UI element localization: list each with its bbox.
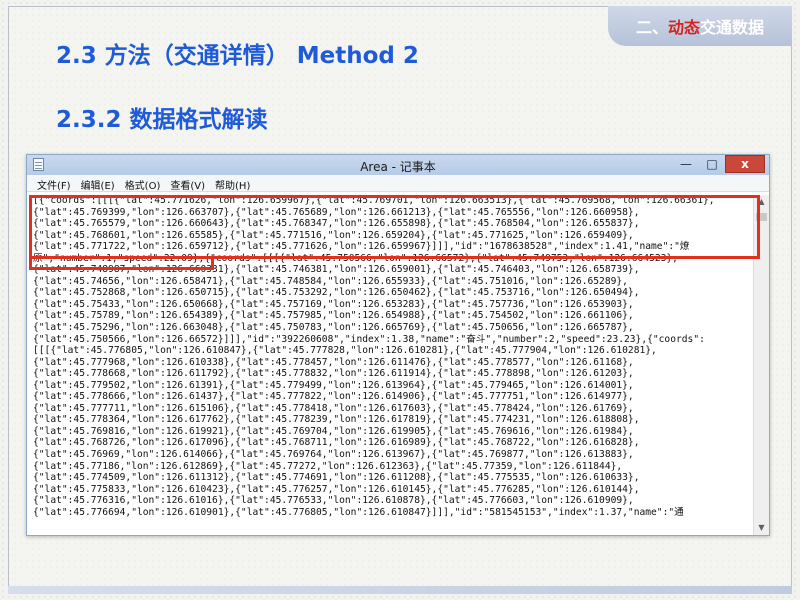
text-line: {"lat":45.75296,"lon":126.663048},{"lat"… — [33, 322, 634, 334]
notepad-window: Area - 记事本 — □ x 文件(F) 编辑(E) 格式(O) 查看(V)… — [26, 154, 770, 536]
text-line: {"lat":45.768601,"lon":126.65585},{"lat"… — [33, 229, 634, 241]
text-line: {"lat":45.774509,"lon":126.611312},{"lat… — [33, 472, 640, 484]
scroll-down-icon[interactable]: ▼ — [754, 521, 769, 535]
menu-format[interactable]: 格式(O) — [121, 175, 167, 192]
badge-highlight: 动态 — [667, 18, 700, 37]
text-line: {"lat":45.768726,"lon":126.617096},{"lat… — [33, 437, 640, 449]
text-line: {"lat":45.769816,"lon":126.619921},{"lat… — [33, 425, 634, 437]
text-line: {"lat":45.77186,"lon":126.612869},{"lat"… — [33, 460, 623, 472]
text-line: {"lat":45.777968,"lon":126.610338},{"lat… — [33, 356, 634, 368]
badge-prefix: 二、 — [635, 18, 668, 37]
badge-rest: 交通数据 — [700, 18, 765, 37]
text-line: [{"coords":[[[{"lat":45.771626,"lon":126… — [33, 195, 715, 206]
text-line: {"lat":45.752868,"lon":126.650715},{"lat… — [33, 287, 640, 299]
close-button[interactable]: x — [725, 155, 765, 173]
text-line: 原","number":1,"speed":22.09},{"coords":[… — [33, 252, 678, 264]
window-title: Area - 记事本 — [360, 160, 436, 174]
slide-title: 2.3 方法（交通详情） Method 2 — [56, 43, 419, 69]
text-line: {"lat":45.776694,"lon":126.610901},{"lat… — [33, 506, 684, 518]
maximize-button[interactable]: □ — [699, 155, 725, 173]
text-line: {"lat":45.748987,"lon":126.660331},{"lat… — [33, 264, 640, 276]
text-line: {"lat":45.777711,"lon":126.615106},{"lat… — [33, 402, 634, 414]
menu-bar: 文件(F) 编辑(E) 格式(O) 查看(V) 帮助(H) — [27, 175, 769, 192]
text-line: {"lat":45.76969,"lon":126.614066},{"lat"… — [33, 449, 634, 461]
scroll-thumb[interactable] — [756, 213, 767, 221]
text-line: {"lat":45.74656,"lon":126.658471},{"lat"… — [33, 275, 628, 287]
text-line: {"lat":45.778668,"lon":126.611792},{"lat… — [33, 368, 634, 380]
scroll-up-icon[interactable]: ▲ — [754, 195, 769, 209]
slide-subtitle: 2.3.2 数据格式解读 — [56, 107, 268, 133]
text-line: {"lat":45.775833,"lon":126.610423},{"lat… — [33, 483, 640, 495]
text-line: {"lat":45.771722,"lon":126.659712},{"lat… — [33, 241, 690, 253]
window-controls: — □ x — [673, 155, 765, 173]
window-titlebar[interactable]: Area - 记事本 — □ x — [27, 155, 769, 175]
text-editor-area[interactable]: [{"coords":[[[{"lat":45.771626,"lon":126… — [33, 195, 753, 531]
text-line: {"lat":45.779502,"lon":126.61391},{"lat"… — [33, 379, 634, 391]
text-line: {"lat":45.778666,"lon":126.61437},{"lat"… — [33, 391, 634, 403]
text-line: [[[{"lat":45.776805,"lon":126.610847},{"… — [33, 345, 657, 357]
text-line: {"lat":45.765579,"lon":126.660643},{"lat… — [33, 218, 640, 230]
text-line: {"lat":45.769399,"lon":126.663707},{"lat… — [33, 206, 640, 218]
text-line: {"lat":45.75789,"lon":126.654389},{"lat"… — [33, 310, 634, 322]
text-line: {"lat":45.778364,"lon":126.617762},{"lat… — [33, 414, 640, 426]
menu-edit[interactable]: 编辑(E) — [77, 175, 121, 192]
text-line: {"lat":45.750566,"lon":126.66572}]]],"id… — [33, 333, 705, 345]
vertical-scrollbar[interactable]: ▲ ▼ — [753, 195, 769, 535]
section-badge: 二、 动态 交通数据 — [608, 6, 792, 46]
minimize-button[interactable]: — — [673, 155, 699, 173]
menu-help[interactable]: 帮助(H) — [211, 175, 256, 192]
text-line: {"lat":45.776316,"lon":126.61016},{"lat"… — [33, 495, 634, 507]
bottom-bar — [8, 586, 792, 594]
menu-file[interactable]: 文件(F) — [33, 175, 77, 192]
text-line: {"lat":45.75433,"lon":126.650668},{"lat"… — [33, 298, 634, 310]
menu-view[interactable]: 查看(V) — [166, 175, 211, 192]
